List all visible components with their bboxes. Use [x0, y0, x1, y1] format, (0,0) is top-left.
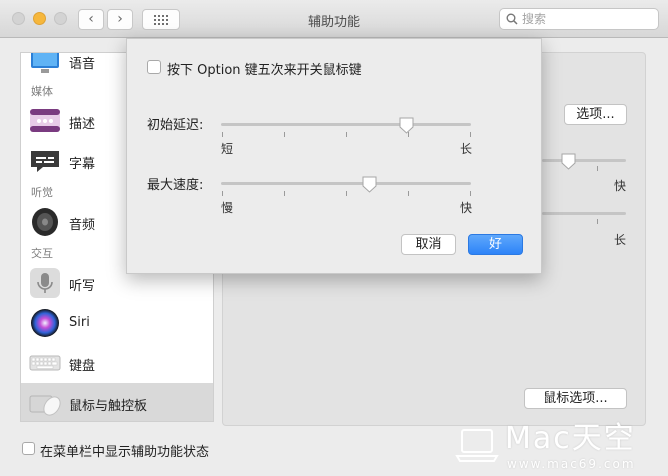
max-speed-slider-track[interactable]: [221, 182, 471, 185]
slider-tick: [222, 191, 223, 196]
double-click-speed-max-label: 长: [614, 233, 627, 247]
slider-tick: [346, 191, 347, 196]
descriptions-icon: [30, 109, 60, 132]
slider-tick: [470, 191, 471, 196]
speaker-icon: [32, 208, 58, 236]
section-header-hearing: 听觉: [31, 186, 53, 199]
window-toolbar: ‹ › 辅助功能: [0, 0, 668, 38]
siri-icon: [31, 309, 59, 337]
sidebar-item-label: 鼠标与触控板: [69, 399, 148, 414]
monitor-voice-icon: [31, 53, 59, 73]
watermark-brand: Mac天空: [505, 421, 636, 456]
show-status-label: 在菜单栏中显示辅助功能状态: [40, 445, 210, 460]
sidebar-item-label: 描述: [69, 117, 96, 132]
slider-tick: [470, 132, 471, 137]
max-speed-slider-knob[interactable]: [362, 176, 377, 193]
slider-tick: [408, 191, 409, 196]
microphone-icon: [30, 268, 60, 298]
slider-tick: [597, 166, 598, 171]
watermark: Mac天空 www.mac69.com: [455, 422, 665, 472]
search-input[interactable]: [522, 11, 652, 27]
initial-delay-min-label: 短: [221, 142, 234, 156]
captions-icon: [31, 151, 59, 172]
mouse-trackpad-icon: [29, 395, 61, 416]
section-header-interaction: 交互: [31, 247, 53, 260]
initial-delay-slider-knob[interactable]: [399, 117, 414, 134]
tracking-speed-slider-knob[interactable]: [561, 153, 576, 170]
max-speed-min-label: 慢: [221, 201, 234, 215]
laptop-logo: [455, 429, 499, 462]
sidebar-item-label: 键盘: [69, 359, 96, 374]
option-key-toggle-checkbox[interactable]: [147, 60, 161, 74]
sidebar-item-siri[interactable]: Siri: [21, 303, 213, 343]
slider-tick: [284, 191, 285, 196]
sidebar-item-keyboard[interactable]: 键盘: [21, 343, 213, 383]
double-click-speed-slider-track[interactable]: [542, 212, 626, 215]
sidebar-item-label: Siri: [69, 315, 90, 330]
search-field[interactable]: [499, 8, 659, 30]
cancel-button[interactable]: 取消: [401, 234, 456, 255]
sidebar-item-mouse-trackpad[interactable]: 鼠标与触控板: [21, 383, 213, 421]
slider-tick: [222, 132, 223, 137]
tracking-speed-slider-track[interactable]: [542, 159, 626, 162]
max-speed-max-label: 快: [460, 201, 473, 215]
keyboard-icon: [29, 355, 61, 371]
slider-tick: [346, 132, 347, 137]
slider-tick: [597, 219, 598, 224]
slider-tick: [284, 132, 285, 137]
tracking-speed-max-label: 快: [614, 179, 627, 193]
show-status-checkbox[interactable]: [22, 442, 35, 455]
sidebar-item-label: 音频: [69, 218, 96, 233]
sidebar-item-label: 听写: [69, 279, 96, 294]
options-button[interactable]: 选项...: [564, 104, 627, 125]
ok-button[interactable]: 好: [468, 234, 523, 255]
mouse-options-button[interactable]: 鼠标选项...: [524, 388, 627, 409]
watermark-url: www.mac69.com: [507, 457, 636, 471]
sidebar-item-label: 字幕: [69, 157, 96, 172]
initial-delay-label: 初始延迟:: [147, 118, 204, 133]
option-key-toggle-label: 按下 Option 键五次来开关鼠标键: [167, 63, 362, 78]
mouse-keys-options-sheet: 按下 Option 键五次来开关鼠标键 初始延迟: 短 长 最大速度: 慢 快 …: [126, 38, 542, 274]
max-speed-label: 最大速度:: [147, 178, 204, 193]
section-header-media: 媒体: [31, 85, 53, 98]
initial-delay-max-label: 长: [460, 142, 473, 156]
sidebar-item-label: 语音: [69, 57, 96, 72]
initial-delay-slider-track[interactable]: [221, 123, 471, 126]
search-icon: [506, 13, 518, 25]
